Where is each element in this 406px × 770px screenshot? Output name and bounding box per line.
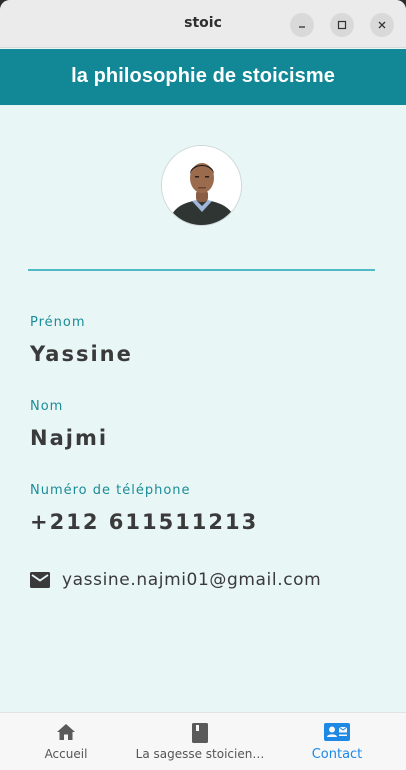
maximize-button[interactable] [330,13,354,37]
avatar [161,145,242,226]
nav-label-accueil: Accueil [44,747,88,761]
close-icon [378,21,386,29]
window-titlebar[interactable]: stoic [0,0,406,48]
email-value: yassine.najmi01@gmail.com [62,570,322,590]
nav-label-contact: Contact [311,747,363,762]
app-bar: la philosophie de stoicisme [0,49,406,105]
contact-card-icon [324,723,350,741]
email-row[interactable]: yassine.najmi01@gmail.com [30,570,321,590]
app-title: la philosophie de stoicisme [71,65,335,87]
nav-item-contact[interactable]: Contact [297,713,377,770]
first-name-label: Prénom [30,315,86,330]
home-icon [57,724,75,740]
profile-divider [28,269,375,271]
profile-photo [162,146,241,225]
book-icon [192,723,208,743]
app-window: stoic la philosophie de stoicisme Prénom… [0,0,406,770]
phone-label: Numéro de téléphone [30,483,191,498]
bottom-navigation: Accueil La sagesse stoicien… Contact [0,712,406,770]
last-name-value: Najmi [30,426,109,450]
minimize-icon [299,26,305,28]
last-name-label: Nom [30,399,64,414]
maximize-icon [337,20,347,30]
first-name-value: Yassine [30,342,133,366]
minimize-button[interactable] [290,13,314,37]
nav-item-sagesse[interactable]: La sagesse stoicien… [130,713,270,770]
nav-item-accueil[interactable]: Accueil [26,713,106,770]
email-icon [30,572,50,588]
phone-value: +212 611511213 [30,510,259,534]
close-button[interactable] [370,13,394,37]
nav-label-sagesse: La sagesse stoicien… [135,747,265,761]
